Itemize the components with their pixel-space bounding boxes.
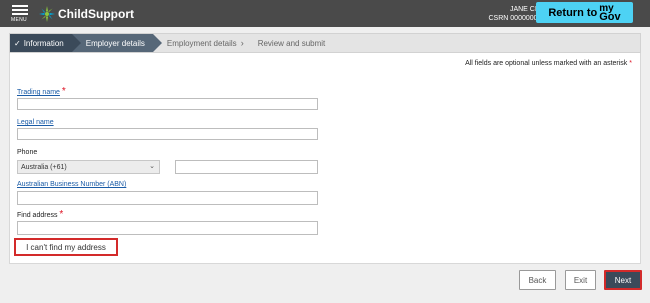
- step-review-and-submit: Review and submit: [244, 34, 334, 52]
- leaf-icon: [39, 5, 55, 22]
- trading-name-input[interactable]: [17, 98, 318, 110]
- progress-stepper: ✓ Information Employer details Employmen…: [9, 33, 641, 53]
- hamburger-icon-bar: [12, 13, 28, 15]
- form-panel: All fields are optional unless marked wi…: [9, 53, 641, 264]
- return-to-label: Return to: [548, 6, 598, 19]
- hamburger-icon-bar: [12, 9, 28, 11]
- step-information[interactable]: ✓ Information: [10, 34, 81, 52]
- phone-number-input[interactable]: [175, 160, 318, 174]
- step-label: Employer details: [85, 38, 145, 48]
- cant-find-address-button[interactable]: I can't find my address: [14, 238, 118, 256]
- legal-name-input[interactable]: [17, 128, 318, 140]
- mygov-gov: Gov: [599, 10, 621, 23]
- find-address-label-text: Find address: [17, 212, 58, 219]
- chevron-down-icon: ⌄: [149, 163, 155, 170]
- trading-name-help-link[interactable]: Trading name: [17, 89, 60, 96]
- phone-country-select[interactable]: Australia (+61) ⌄: [17, 160, 160, 174]
- mygov-logo: my Gov: [599, 3, 621, 23]
- required-asterisk: *: [629, 60, 632, 67]
- menu-button[interactable]: MENU: [11, 5, 31, 25]
- find-address-input[interactable]: [17, 221, 318, 235]
- optional-note-text: All fields are optional unless marked wi…: [465, 60, 628, 67]
- step-label: Information: [23, 38, 64, 48]
- abn-input[interactable]: [17, 191, 318, 205]
- step-label: Employment details: [166, 38, 237, 48]
- next-button[interactable]: Next: [604, 270, 642, 290]
- required-asterisk: *: [59, 209, 64, 220]
- checkmark-icon: ✓: [14, 38, 21, 48]
- optional-fields-note: All fields are optional unless marked wi…: [465, 60, 632, 67]
- childsupport-logo: ChildSupport: [39, 5, 134, 22]
- back-button[interactable]: Back: [519, 270, 556, 290]
- step-employment-details: Employment details: [153, 34, 245, 52]
- country-code-value: Australia (+61): [21, 163, 67, 171]
- step-employer-details: Employer details: [71, 34, 163, 52]
- required-asterisk: *: [61, 86, 66, 97]
- exit-button[interactable]: Exit: [565, 270, 596, 290]
- abn-help-link[interactable]: Australian Business Number (ABN): [17, 181, 126, 188]
- step-label: Review and submit: [257, 38, 326, 48]
- return-to-mygov-button[interactable]: Return to my Gov: [536, 2, 633, 23]
- hamburger-icon: [12, 5, 28, 7]
- phone-label: Phone: [17, 149, 38, 156]
- top-bar: MENU ChildSupport JANE CITIZEN CSRN 0000…: [0, 0, 650, 27]
- find-address-label: Find address *: [17, 209, 63, 220]
- menu-label: MENU: [11, 17, 27, 23]
- app-name: ChildSupport: [58, 6, 134, 21]
- legal-name-help-link[interactable]: Legal name: [17, 119, 54, 126]
- trading-name-label: Trading name *: [17, 86, 66, 97]
